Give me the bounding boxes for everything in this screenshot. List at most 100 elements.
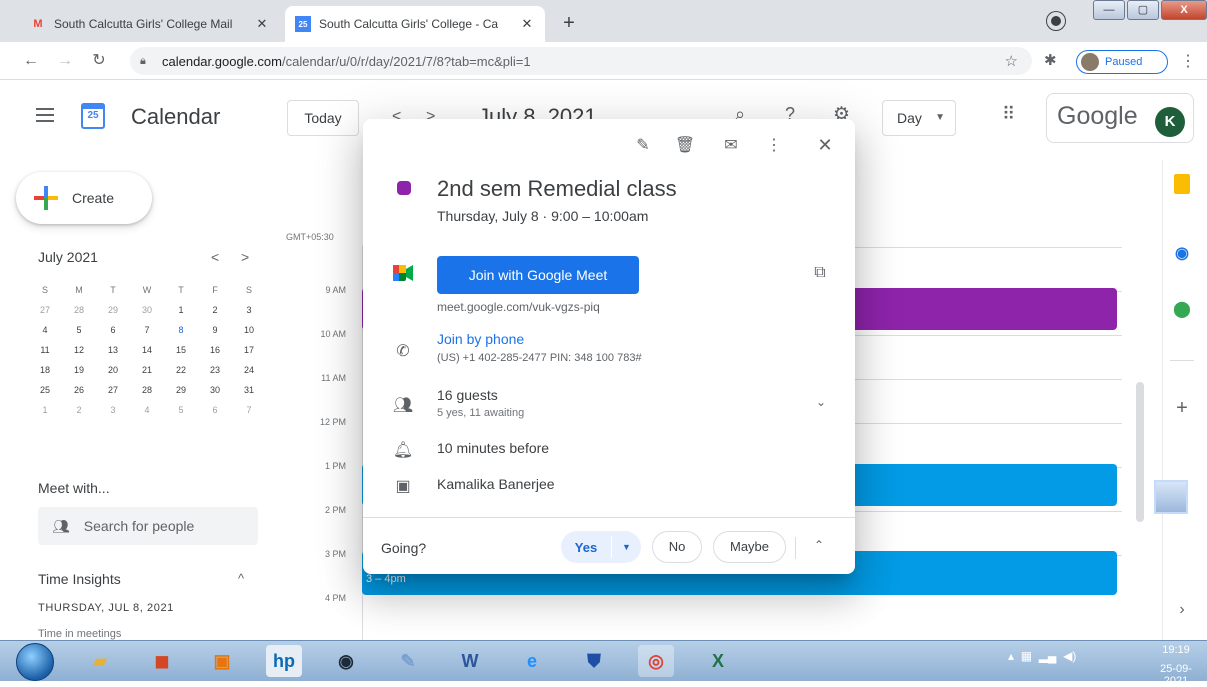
clock-date[interactable]: 25-09-2021 xyxy=(1148,663,1204,687)
mini-calendar-day[interactable]: 3 xyxy=(232,300,266,320)
mini-calendar-day[interactable]: 29 xyxy=(96,300,130,320)
mini-calendar-day[interactable]: 6 xyxy=(198,400,232,420)
keep-icon[interactable] xyxy=(1170,174,1194,198)
minimize-button[interactable]: — xyxy=(1093,0,1125,20)
mini-calendar-day[interactable]: 22 xyxy=(164,360,198,380)
mini-prev-month-icon[interactable]: < xyxy=(211,249,219,265)
rsvp-maybe-button[interactable]: Maybe xyxy=(713,531,786,563)
mini-calendar-day[interactable]: 6 xyxy=(96,320,130,340)
maximize-button[interactable]: ▢ xyxy=(1127,0,1159,20)
paint-app-icon[interactable]: ✎ xyxy=(390,645,426,677)
extensions-puzzle-icon[interactable]: ✱ xyxy=(1044,51,1057,69)
today-button[interactable]: Today xyxy=(287,100,359,136)
maps-pin-icon[interactable]: ⬤ xyxy=(1170,298,1194,322)
mini-calendar-day[interactable]: 3 xyxy=(96,400,130,420)
word-app-icon[interactable]: W xyxy=(452,645,488,677)
view-select[interactable]: Day ▼ xyxy=(882,100,956,136)
start-button[interactable] xyxy=(16,643,54,681)
mini-calendar-day[interactable]: 12 xyxy=(62,340,96,360)
browser-menu-icon[interactable]: ⋮ xyxy=(1180,51,1196,71)
browser-tab-mail[interactable]: M South Calcutta Girls' College Mail ✕ xyxy=(20,6,280,42)
mini-calendar-day[interactable]: 25 xyxy=(28,380,62,400)
system-tray-icons[interactable]: ▴ ▦ ▂▄ ◀) xyxy=(1008,649,1076,663)
new-tab-button[interactable]: + xyxy=(556,10,582,36)
chrome-icon[interactable]: ◎ xyxy=(638,645,674,677)
media-player-icon[interactable]: ▣ xyxy=(204,645,240,677)
tasks-icon[interactable]: ◉ xyxy=(1170,242,1194,266)
mini-calendar-day[interactable]: 27 xyxy=(96,380,130,400)
hp-app-icon[interactable]: hp xyxy=(266,645,302,677)
mini-calendar-day[interactable]: 11 xyxy=(28,340,62,360)
mini-calendar-day[interactable]: 21 xyxy=(130,360,164,380)
rsvp-dropdown-caret-icon[interactable]: ▼ xyxy=(612,542,641,552)
camera-app-icon[interactable]: ◉ xyxy=(328,645,364,677)
chevron-right-icon[interactable]: › xyxy=(1170,598,1194,622)
search-people-input[interactable]: 👥︎ Search for people xyxy=(38,507,258,545)
mini-calendar-day[interactable]: 28 xyxy=(130,380,164,400)
add-addon-icon[interactable]: + xyxy=(1170,396,1194,420)
mini-calendar-day[interactable]: 9 xyxy=(198,320,232,340)
back-arrow-icon[interactable]: ← xyxy=(20,50,42,72)
close-icon[interactable]: ✕ xyxy=(813,135,837,156)
email-guests-icon[interactable]: ✉ xyxy=(719,135,743,155)
mini-calendar-day[interactable]: 28 xyxy=(62,300,96,320)
mini-calendar-day[interactable]: 7 xyxy=(232,400,266,420)
mini-calendar-day[interactable]: 1 xyxy=(28,400,62,420)
mini-calendar-day[interactable]: 20 xyxy=(96,360,130,380)
main-menu-icon[interactable] xyxy=(36,108,54,122)
clock-time[interactable]: 19:19 xyxy=(1148,644,1204,656)
mini-calendar-day[interactable]: 4 xyxy=(130,400,164,420)
copy-link-icon[interactable]: ⧉ xyxy=(808,264,832,282)
mini-calendar-day[interactable]: 18 xyxy=(28,360,62,380)
bookmark-star-icon[interactable]: ☆ xyxy=(1005,52,1018,70)
mini-calendar-day[interactable]: 14 xyxy=(130,340,164,360)
addon-image-icon[interactable] xyxy=(1154,480,1188,514)
mini-calendar-day[interactable]: 24 xyxy=(232,360,266,380)
mini-calendar-day[interactable]: 26 xyxy=(62,380,96,400)
forward-arrow-icon[interactable]: → xyxy=(54,50,76,72)
reload-icon[interactable]: ↻ xyxy=(88,50,110,72)
mini-calendar-day[interactable]: 15 xyxy=(164,340,198,360)
mini-calendar-day[interactable]: 16 xyxy=(198,340,232,360)
mini-calendar-day[interactable]: 31 xyxy=(232,380,266,400)
close-window-button[interactable]: X xyxy=(1161,0,1207,20)
address-bar[interactable]: 🔒︎ calendar.google.com /calendar/u/0/r/d… xyxy=(130,47,1032,75)
security-shield-icon[interactable]: ⛊ xyxy=(576,645,612,677)
mini-calendar-day[interactable]: 7 xyxy=(130,320,164,340)
account-avatar[interactable]: K xyxy=(1155,107,1185,137)
close-tab-icon[interactable]: ✕ xyxy=(254,16,270,32)
chevron-up-icon[interactable]: ⌃ xyxy=(807,538,831,552)
rsvp-no-button[interactable]: No xyxy=(652,531,702,563)
file-explorer-icon[interactable]: ▰ xyxy=(82,645,118,677)
profile-paused-chip[interactable]: Paused xyxy=(1076,50,1168,74)
close-tab-icon[interactable]: ✕ xyxy=(519,16,535,32)
mini-calendar-day[interactable]: 10 xyxy=(232,320,266,340)
mini-calendar-day[interactable]: 23 xyxy=(198,360,232,380)
scrollbar[interactable] xyxy=(1136,382,1144,522)
browser-tab-calendar[interactable]: 25 South Calcutta Girls' College - Ca ✕ xyxy=(285,6,545,42)
mini-calendar-day[interactable]: 13 xyxy=(96,340,130,360)
mini-calendar-day[interactable]: 27 xyxy=(28,300,62,320)
chevron-up-icon[interactable]: ^ xyxy=(238,571,244,586)
google-apps-icon[interactable]: ⠿ xyxy=(1002,104,1015,125)
expand-guests-chevron-icon[interactable]: ⌄ xyxy=(809,395,833,409)
mini-calendar-day[interactable]: 29 xyxy=(164,380,198,400)
join-by-phone-link[interactable]: Join by phone xyxy=(437,331,524,347)
mini-calendar-day[interactable]: 8 xyxy=(164,320,198,340)
mini-next-month-icon[interactable]: > xyxy=(241,249,249,265)
mini-calendar-day[interactable]: 4 xyxy=(28,320,62,340)
mini-calendar-day[interactable]: 1 xyxy=(164,300,198,320)
delete-trash-icon[interactable]: 🗑︎ xyxy=(673,135,697,155)
more-options-icon[interactable]: ⋮ xyxy=(762,135,786,155)
mini-calendar-day[interactable]: 30 xyxy=(198,380,232,400)
internet-explorer-icon[interactable]: e xyxy=(514,645,550,677)
rsvp-yes-button[interactable]: Yes ▼ xyxy=(561,531,641,563)
join-meet-button[interactable]: Join with Google Meet xyxy=(437,256,639,294)
mini-calendar-day[interactable]: 30 xyxy=(130,300,164,320)
presentation-app-icon[interactable]: ◼ xyxy=(144,645,180,677)
mini-calendar-day[interactable]: 17 xyxy=(232,340,266,360)
mini-calendar-day[interactable]: 2 xyxy=(62,400,96,420)
mini-calendar-day[interactable]: 5 xyxy=(164,400,198,420)
edit-pencil-icon[interactable]: ✎ xyxy=(631,135,655,155)
mini-calendar-day[interactable]: 19 xyxy=(62,360,96,380)
